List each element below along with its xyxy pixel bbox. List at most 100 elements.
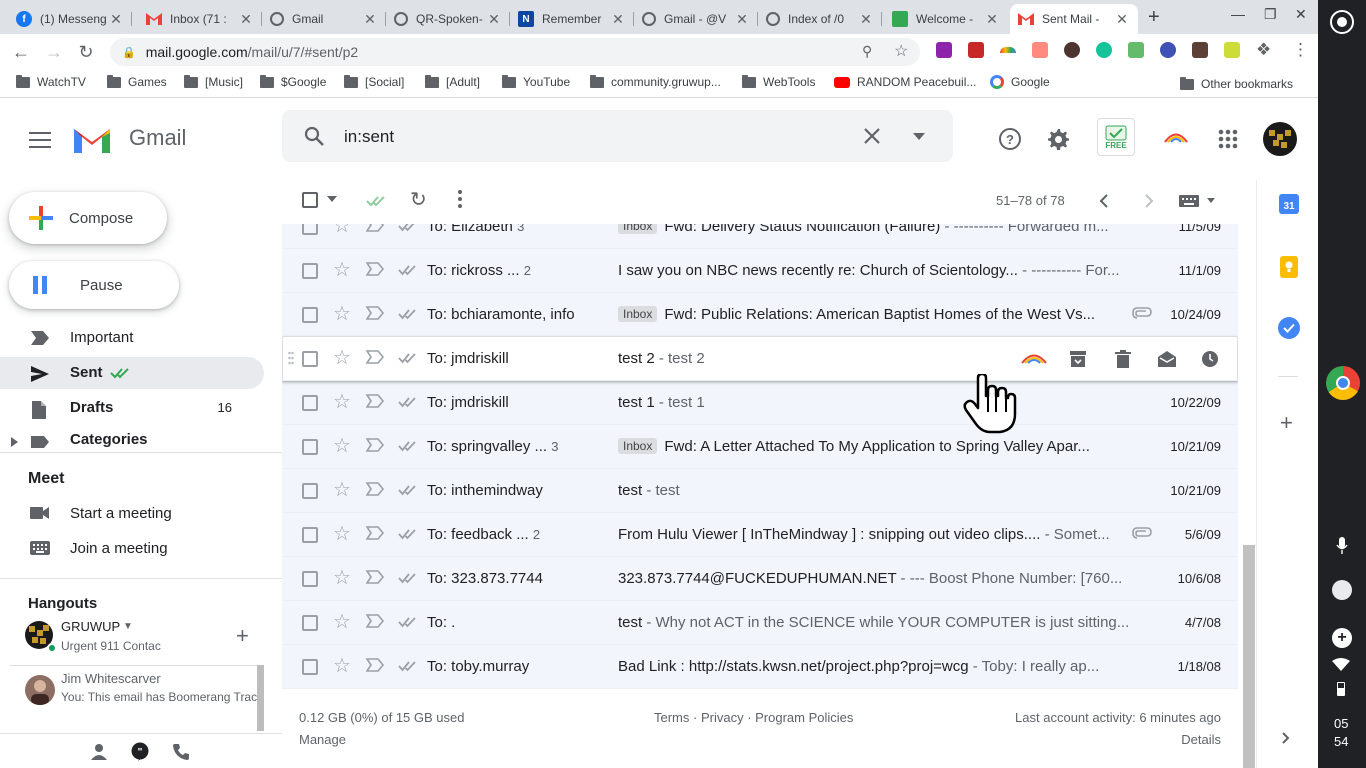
extensions-puzzle-icon[interactable]: ❖ [1256, 40, 1271, 60]
close-window-icon[interactable]: ✕ [1295, 6, 1307, 23]
add-icon[interactable]: + [1332, 628, 1352, 648]
new-conversation-icon[interactable]: + [236, 625, 249, 647]
extension-bug-icon[interactable] [1064, 42, 1080, 58]
star-icon[interactable]: ☆ [333, 348, 351, 368]
bookmark-item[interactable]: [Adult] [425, 74, 480, 89]
settings-icon[interactable] [1045, 126, 1071, 152]
search-input[interactable]: in:sent [344, 127, 394, 147]
input-tools-keyboard-icon[interactable] [1179, 195, 1199, 207]
browser-tab[interactable]: Gmail - @V ✕ [634, 4, 758, 34]
rainbow-icon[interactable] [1163, 130, 1189, 144]
search-icon[interactable] [302, 124, 326, 148]
pause-button[interactable]: Pause [9, 261, 179, 309]
close-tab-icon[interactable]: ✕ [362, 11, 378, 28]
reload-icon[interactable]: ↻ [74, 40, 98, 64]
select-dropdown-icon[interactable] [327, 196, 337, 202]
browser-tab[interactable]: Welcome - ✕ [884, 4, 1008, 34]
bookmark-item[interactable]: Games [107, 74, 167, 89]
select-all-checkbox[interactable] [302, 192, 318, 208]
refresh-icon[interactable]: ↻ [410, 190, 427, 210]
row-checkbox[interactable] [302, 483, 318, 499]
wifi-icon[interactable] [1332, 658, 1350, 672]
compose-button[interactable]: Compose [9, 192, 167, 244]
row-checkbox[interactable] [302, 571, 318, 587]
bookmark-item[interactable]: WebTools [742, 74, 815, 89]
star-icon[interactable]: ☆ [333, 612, 351, 632]
phone-icon[interactable] [172, 743, 192, 763]
activity-details-link[interactable]: Details [1181, 732, 1221, 747]
mail-list-scrollbar[interactable] [1243, 545, 1255, 768]
row-checkbox[interactable] [302, 224, 318, 235]
close-tab-icon[interactable]: ✕ [108, 11, 124, 28]
star-icon[interactable]: ☆ [333, 656, 351, 676]
importance-marker-icon[interactable] [366, 262, 384, 276]
row-checkbox[interactable] [302, 307, 318, 323]
older-page-icon[interactable] [1144, 194, 1154, 208]
search-options-icon[interactable] [912, 132, 926, 140]
star-icon[interactable]: ☆ [333, 304, 351, 324]
inbox-label-chip[interactable]: Inbox [618, 224, 658, 234]
browser-tab[interactable]: Gmail ✕ [262, 4, 386, 34]
apps-grid-icon[interactable] [1217, 128, 1239, 150]
snooze-icon[interactable] [1201, 350, 1219, 368]
chrome-menu-icon[interactable]: ⋮ [1292, 40, 1309, 60]
launcher-icon[interactable] [1330, 10, 1354, 34]
meet-join-meeting[interactable]: Join a meeting [0, 533, 264, 565]
conversations-icon[interactable]: " [130, 742, 152, 764]
account-avatar[interactable] [1263, 122, 1297, 156]
browser-tab[interactable]: f (1) Messeng ✕ [8, 4, 132, 34]
star-icon[interactable]: ☆ [333, 392, 351, 412]
bookmark-item[interactable]: [Music] [184, 74, 243, 89]
main-menu-icon[interactable] [28, 128, 52, 152]
contacts-icon[interactable] [90, 743, 110, 763]
nav-drafts[interactable]: Drafts 16 [0, 392, 264, 424]
meet-start-meeting[interactable]: Start a meeting [0, 498, 264, 530]
archive-icon[interactable] [1069, 350, 1087, 368]
extension-face-icon[interactable] [1160, 42, 1176, 58]
extension-boomerang-icon[interactable] [1128, 42, 1144, 58]
bookmark-item[interactable]: [Social] [344, 74, 404, 89]
calendar-icon[interactable]: 31 [1279, 194, 1299, 214]
browser-tab[interactable]: Inbox (71 : ✕ [138, 4, 262, 34]
row-checkbox[interactable] [302, 351, 318, 367]
bookmark-item[interactable]: community.gruwup... [590, 74, 721, 89]
bookmark-star-icon[interactable]: ☆ [894, 41, 908, 61]
nav-important[interactable]: Important [0, 322, 264, 354]
table-row[interactable]: ☆ To: rickross ... 2 I saw you on NBC news… [282, 249, 1238, 293]
hangouts-conversation[interactable]: Jim Whitescarver You: This email has Boo… [0, 666, 264, 730]
status-dropdown-icon[interactable]: ▼ [123, 621, 133, 632]
importance-marker-icon[interactable] [366, 482, 384, 496]
newer-page-icon[interactable] [1099, 194, 1109, 208]
importance-marker-icon[interactable] [366, 526, 384, 540]
table-row[interactable]: ☆ To: inthemindway test - test 10/21/09 [282, 469, 1238, 513]
hangouts-user-name[interactable]: GRUWUP [61, 619, 120, 634]
importance-marker-icon[interactable] [366, 438, 384, 452]
close-tab-icon[interactable]: ✕ [238, 11, 254, 28]
row-checkbox[interactable] [302, 659, 318, 675]
gmail-logo-icon[interactable] [71, 123, 113, 155]
importance-marker-icon[interactable] [366, 394, 384, 408]
table-row[interactable]: ☆ To: toby.murray Bad Link : http://stats… [282, 645, 1238, 689]
row-checkbox[interactable] [302, 395, 318, 411]
row-checkbox[interactable] [302, 615, 318, 631]
bookmark-item[interactable]: Google [990, 75, 1050, 89]
back-icon[interactable]: ← [9, 40, 33, 64]
inbox-label-chip[interactable]: Inbox [618, 438, 658, 454]
manage-storage-link[interactable]: Manage [299, 732, 346, 747]
chrome-app-icon[interactable] [1326, 366, 1360, 400]
delete-icon[interactable] [1115, 350, 1131, 368]
bookmark-item[interactable]: WatchTV [16, 74, 86, 89]
clock-hour[interactable]: 05 [1334, 716, 1348, 731]
show-side-panel-icon[interactable] [1282, 732, 1290, 744]
star-icon[interactable]: ☆ [333, 224, 351, 236]
table-row[interactable]: ☆ To: jmdriskill test 2 - test 2 [282, 337, 1238, 381]
table-row[interactable]: ☆ To: feedback ... 2 From Hulu Viewer [ In… [282, 513, 1238, 557]
table-row[interactable]: ☆ To: jmdriskill test 1 - test 1 10/22/09 [282, 381, 1238, 425]
help-icon[interactable]: ? [997, 126, 1023, 152]
input-tools-dropdown-icon[interactable] [1207, 198, 1215, 203]
boomerang-check-icon[interactable] [366, 194, 388, 208]
expand-arrow-icon[interactable] [11, 437, 19, 447]
close-tab-icon[interactable]: ✕ [486, 11, 502, 28]
extension-notes-icon[interactable] [1224, 42, 1240, 58]
nav-categories[interactable]: Categories [0, 427, 264, 459]
